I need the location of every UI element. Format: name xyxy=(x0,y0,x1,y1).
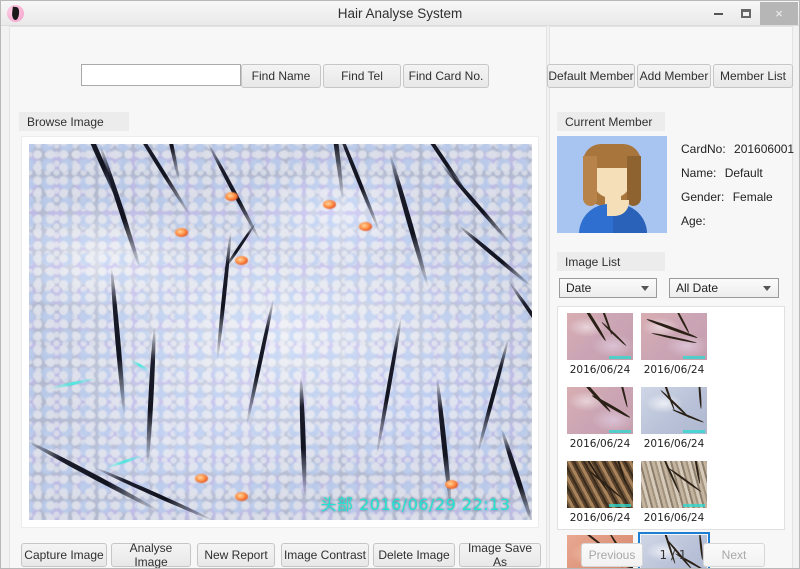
image-list-label: Image List xyxy=(557,252,665,271)
follicle-highlight xyxy=(358,222,372,231)
analyse-image-button[interactable]: Analyse Image xyxy=(111,541,191,568)
thumbnail-hair-strand xyxy=(617,387,629,408)
find-name-button[interactable]: Find Name xyxy=(241,64,321,88)
window-title: Hair Analyse System xyxy=(337,6,463,21)
thumbnail-timestamp-overlay xyxy=(609,504,631,507)
follicle-highlight xyxy=(224,192,238,201)
close-icon: × xyxy=(775,6,783,21)
minimize-icon xyxy=(713,12,723,15)
thumbnail-timestamp-overlay xyxy=(683,356,705,359)
member-card-no-row: CardNo: 201606001 xyxy=(681,142,794,156)
add-member-button[interactable]: Add Member xyxy=(637,64,711,88)
thumbnail-item[interactable]: 2016/06/24 xyxy=(564,461,636,533)
chevron-down-icon xyxy=(641,286,649,291)
follicle-highlight xyxy=(444,480,458,489)
thumbnail-hair-strand xyxy=(671,408,705,424)
member-name-value: Default xyxy=(724,166,763,180)
member-age-row: Age: xyxy=(681,214,714,228)
thumbnail-timestamp-overlay xyxy=(609,356,631,359)
scalp-micrograph-image[interactable]: 头部 2016/06/29 22:13 xyxy=(28,144,532,520)
thumbnail-date-label: 2016/06/24 xyxy=(569,438,631,450)
member-gender-key: Gender: xyxy=(681,190,725,204)
follicle-highlight xyxy=(322,200,336,209)
thumbnail-hair-strand xyxy=(601,321,627,347)
thumbnail-grid: 2016/06/24 2016/06/24 2016/06/24 2016/06/24… xyxy=(564,313,784,568)
thumbnail-hair-strand xyxy=(693,461,701,484)
member-list-button[interactable]: Member List xyxy=(713,64,793,88)
thumbnail-date-label: 2016/06/24 xyxy=(643,364,705,376)
avatar-hair-right xyxy=(627,156,641,206)
browse-image-label: Browse Image xyxy=(19,112,129,131)
window-body: Find Name Find Tel Find Card No. Browse … xyxy=(1,26,799,568)
thumbnail-date-label: 2016/06/24 xyxy=(643,512,705,524)
member-card-no-value: 201606001 xyxy=(734,142,795,156)
thumbnail-item[interactable]: 2016/06/24 xyxy=(638,387,710,459)
thumbnail-timestamp-overlay xyxy=(609,430,631,433)
find-tel-button[interactable]: Find Tel xyxy=(323,64,401,88)
delete-image-button[interactable]: Delete Image xyxy=(373,543,455,567)
thumbnail-hair-strand xyxy=(579,313,607,342)
thumbnail-item[interactable]: 2016/06/24 xyxy=(564,387,636,459)
close-button[interactable]: × xyxy=(760,2,798,25)
member-name-row: Name: Default xyxy=(681,166,763,180)
thumbnail-date-label: 2016/06/24 xyxy=(643,438,705,450)
thumbnail-item[interactable]: 2016/06/24 xyxy=(638,461,710,533)
maximize-button[interactable] xyxy=(733,1,759,26)
thumbnail-hair-strand xyxy=(613,461,627,485)
new-report-button[interactable]: New Report xyxy=(197,543,275,567)
previous-page-button[interactable]: Previous xyxy=(581,543,643,567)
follicle-highlight xyxy=(234,256,248,265)
thumbnail-image[interactable] xyxy=(567,387,633,434)
maximize-icon xyxy=(741,9,751,18)
minimize-button[interactable] xyxy=(703,1,733,26)
member-name-key: Name: xyxy=(681,166,717,180)
sort-by-value: Date xyxy=(566,281,592,295)
image-list-panel[interactable]: 2016/06/24 2016/06/24 2016/06/24 2016/06/24… xyxy=(557,306,785,568)
browse-image-viewport[interactable]: 头部 2016/06/29 22:13 xyxy=(21,136,539,528)
scalp-sparkle-layer xyxy=(28,144,532,520)
thumbnail-item[interactable]: 2016/06/24 xyxy=(564,313,636,385)
sort-by-select[interactable]: Date xyxy=(559,278,657,298)
thumbnail-hair-strand xyxy=(587,469,623,499)
date-filter-value: All Date xyxy=(676,281,719,295)
thumbnail-image[interactable] xyxy=(641,387,707,434)
member-gender-row: Gender: Female xyxy=(681,190,773,204)
follicle-highlight xyxy=(234,492,248,501)
thumbnail-hair-strand xyxy=(574,387,612,413)
member-gender-value: Female xyxy=(732,190,773,204)
thumbnail-date-label: 2016/06/24 xyxy=(569,512,631,524)
thumbnail-timestamp-overlay xyxy=(683,504,705,507)
title-bar: Hair Analyse System × xyxy=(1,1,799,26)
default-member-button[interactable]: Default Member xyxy=(547,64,635,88)
thumbnail-image[interactable] xyxy=(641,461,707,508)
follicle-highlight xyxy=(194,474,208,483)
search-input[interactable] xyxy=(81,64,241,86)
follicle-highlight xyxy=(174,228,188,237)
current-member-card: CardNo: 201606001 Name: Default Gender: … xyxy=(557,136,794,236)
thumbnail-hair-strand xyxy=(659,461,681,494)
find-card-no-button[interactable]: Find Card No. xyxy=(403,64,489,88)
image-contrast-button[interactable]: Image Contrast xyxy=(281,543,369,567)
thumbnail-date-label: 2016/06/24 xyxy=(569,364,631,376)
current-member-label: Current Member xyxy=(557,112,665,131)
application-window: Hair Analyse System × Find Name Find Tel… xyxy=(0,0,800,569)
thumbnail-hair-strand xyxy=(697,387,703,410)
date-filter-select[interactable]: All Date xyxy=(669,278,779,298)
avatar-hair-left xyxy=(583,156,597,206)
capture-image-button[interactable]: Capture Image xyxy=(21,543,107,567)
member-card-no-key: CardNo: xyxy=(681,142,726,156)
thumbnail-image[interactable] xyxy=(567,461,633,508)
page-indicator: 1 / 1 xyxy=(659,548,687,562)
thumbnail-image[interactable] xyxy=(567,313,633,360)
member-age-key: Age: xyxy=(681,214,706,228)
thumbnail-image[interactable] xyxy=(641,313,707,360)
image-save-as-button[interactable]: Image Save As xyxy=(459,541,541,568)
female-avatar-icon xyxy=(557,136,667,233)
chevron-down-icon xyxy=(763,286,771,291)
image-timestamp-overlay: 头部 2016/06/29 22:13 xyxy=(320,495,511,514)
thumbnail-item[interactable]: 2016/06/24 xyxy=(638,313,710,385)
thumbnail-timestamp-overlay xyxy=(683,430,705,433)
next-page-button[interactable]: Next xyxy=(703,543,765,567)
